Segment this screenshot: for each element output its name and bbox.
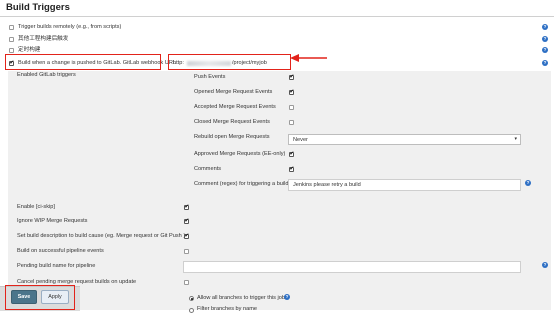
event-approved-mr-checkbox[interactable] [289, 151, 294, 157]
help-icon[interactable]: ? [542, 24, 548, 30]
chevron-down-icon: ▾ [514, 135, 517, 142]
event-closed-mr-label: Closed Merge Request Events [194, 119, 270, 125]
annotation-box-webhook [168, 54, 291, 70]
rebuild-open-mr-select[interactable]: Never ▾ [288, 134, 521, 145]
event-closed-mr-checkbox[interactable] [289, 120, 294, 125]
save-button[interactable]: Save [11, 290, 37, 304]
help-icon[interactable]: ? [542, 262, 548, 268]
help-icon[interactable]: ? [284, 294, 290, 300]
pending-build-name-input[interactable] [183, 261, 521, 273]
event-approved-mr-label: Approved Merge Requests (EE-only) [194, 151, 286, 157]
option-ignore-wip-label: Ignore WIP Merge Requests [17, 218, 88, 224]
event-opened-mr-label: Opened Merge Request Events [194, 89, 273, 95]
rebuild-open-mr-label: Rebuild open Merge Requests [194, 134, 270, 140]
help-icon[interactable]: ? [542, 60, 548, 66]
trigger-upstream-label: 其他工程构建后触发 [18, 36, 69, 42]
rebuild-open-mr-value: Never [293, 136, 308, 143]
event-opened-mr-checkbox[interactable] [289, 89, 294, 95]
help-icon[interactable]: ? [542, 36, 548, 42]
option-ci-skip-label: Enable [ci-skip] [17, 204, 55, 210]
trigger-remote-checkbox[interactable] [9, 25, 14, 30]
event-comments-checkbox[interactable] [289, 166, 294, 172]
comment-regex-label: Comment (regex) for triggering a build [194, 181, 289, 187]
section-title: Build Triggers [6, 2, 70, 13]
option-pipeline-events-label: Build on successful pipeline events [17, 248, 104, 254]
trigger-upstream-checkbox[interactable] [9, 37, 14, 42]
filter-branches-radio[interactable] [189, 308, 194, 313]
option-cancel-pending-checkbox[interactable] [184, 280, 189, 285]
option-pipeline-events-checkbox[interactable] [184, 249, 189, 254]
event-push-label: Push Events [194, 74, 226, 80]
option-build-description-checkbox[interactable] [184, 233, 189, 239]
event-accepted-mr-checkbox[interactable] [289, 105, 294, 110]
section-divider [0, 16, 554, 17]
option-pending-build-name-label: Pending build name for pipeline [17, 263, 96, 269]
help-icon[interactable]: ? [525, 180, 531, 186]
comment-regex-input[interactable]: Jenkins please retry a build [288, 179, 521, 191]
event-push-checkbox[interactable] [289, 74, 294, 80]
option-ignore-wip-checkbox[interactable] [184, 218, 189, 224]
annotation-box-trigger [5, 54, 161, 70]
help-icon[interactable]: ? [542, 47, 548, 53]
option-build-description-label: Set build description to build cause (eg… [17, 233, 186, 239]
apply-button[interactable]: Apply [41, 290, 69, 304]
allow-all-branches-label: Allow all branches to trigger this job [197, 295, 285, 301]
option-ci-skip-checkbox[interactable] [184, 204, 189, 210]
event-comments-label: Comments [194, 166, 222, 172]
event-accepted-mr-label: Accepted Merge Request Events [194, 104, 276, 110]
trigger-cron-label: 定时构建 [18, 47, 41, 53]
comment-regex-value: Jenkins please retry a build [293, 182, 361, 188]
trigger-cron-checkbox[interactable] [9, 48, 14, 53]
trigger-remote-label: Trigger builds remotely (e.g., from scri… [18, 24, 122, 30]
gitlab-triggers-heading: Enabled GitLab triggers [17, 72, 76, 78]
allow-all-branches-radio[interactable] [189, 296, 194, 301]
annotation-arrow-icon [290, 54, 327, 62]
